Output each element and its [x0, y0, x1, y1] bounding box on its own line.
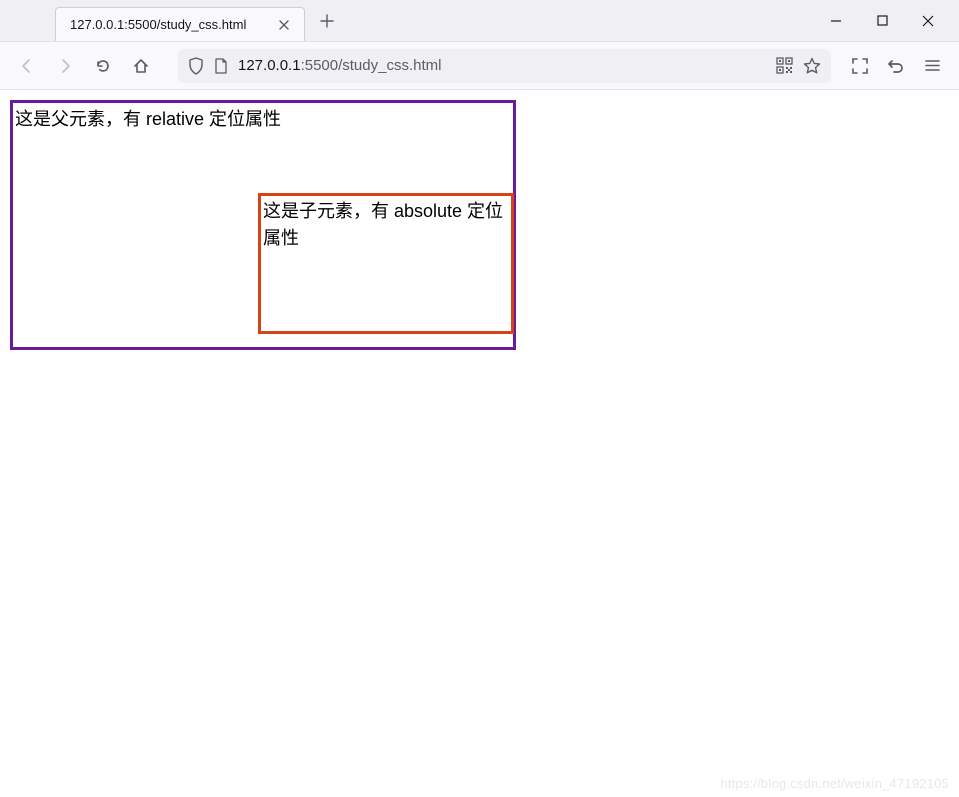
close-window-button[interactable] — [905, 0, 951, 42]
new-tab-button[interactable] — [311, 5, 343, 37]
child-element-text: 这是子元素，有 absolute 定位属性 — [261, 196, 511, 254]
url-path: :5500/study_css.html — [301, 57, 442, 74]
menu-button[interactable] — [915, 49, 949, 83]
qr-icon[interactable] — [776, 57, 793, 74]
window-controls — [813, 0, 959, 41]
screenshot-button[interactable] — [843, 49, 877, 83]
parent-element-text: 这是父元素，有 relative 定位属性 — [13, 103, 513, 133]
close-tab-icon[interactable] — [274, 15, 294, 35]
url-host: 127.0.0.1 — [238, 57, 301, 74]
addressbar-actions — [776, 57, 821, 75]
tab-title: 127.0.0.1:5500/study_css.html — [70, 17, 274, 32]
forward-button[interactable] — [48, 49, 82, 83]
child-element-box: 这是子元素，有 absolute 定位属性 — [258, 193, 514, 334]
back-button[interactable] — [10, 49, 44, 83]
page-icon[interactable] — [214, 58, 228, 74]
browser-toolbar: 127.0.0.1:5500/study_css.html — [0, 42, 959, 90]
address-bar[interactable]: 127.0.0.1:5500/study_css.html — [178, 49, 831, 83]
home-button[interactable] — [124, 49, 158, 83]
watermark-text: https://blog.csdn.net/weixin_47192105 — [720, 776, 949, 791]
page-viewport: 这是父元素，有 relative 定位属性 这是子元素，有 absolute 定… — [0, 90, 959, 797]
maximize-button[interactable] — [859, 0, 905, 42]
reload-button[interactable] — [86, 49, 120, 83]
tab-strip: 127.0.0.1:5500/study_css.html — [0, 0, 813, 41]
minimize-button[interactable] — [813, 0, 859, 42]
browser-tab[interactable]: 127.0.0.1:5500/study_css.html — [55, 7, 305, 41]
bookmark-star-icon[interactable] — [803, 57, 821, 75]
window-titlebar: 127.0.0.1:5500/study_css.html — [0, 0, 959, 42]
undo-button[interactable] — [879, 49, 913, 83]
url-display[interactable]: 127.0.0.1:5500/study_css.html — [238, 57, 766, 74]
parent-element-box: 这是父元素，有 relative 定位属性 这是子元素，有 absolute 定… — [10, 100, 516, 350]
shield-icon[interactable] — [188, 57, 204, 75]
toolbar-right — [843, 49, 949, 83]
